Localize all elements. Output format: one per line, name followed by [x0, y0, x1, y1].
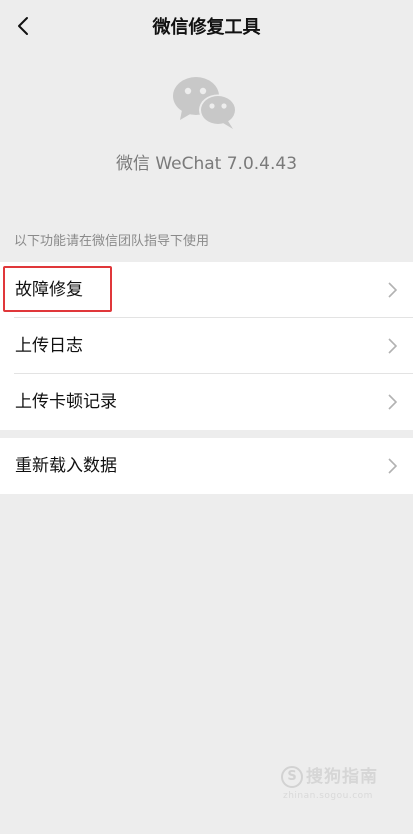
highlight-annotation — [3, 266, 112, 312]
watermark-text: 搜狗指南 — [306, 767, 378, 787]
navigation-bar: 微信修复工具 — [0, 0, 413, 56]
chevron-right-icon — [388, 394, 398, 410]
chevron-right-icon — [388, 282, 398, 298]
menu-item-label: 重新载入数据 — [15, 456, 117, 476]
menu-item-label: 上传卡顿记录 — [15, 392, 117, 412]
version-text: 微信 WeChat 7.0.4.43 — [115, 154, 298, 174]
watermark-logo-icon: S — [281, 766, 303, 788]
watermark-url: zhinan.sogou.com — [283, 791, 373, 801]
page-title: 微信修复工具 — [152, 17, 261, 38]
chevron-right-icon — [388, 338, 398, 354]
chevron-right-icon — [388, 458, 398, 474]
section-hint: 以下功能请在微信团队指导下使用 — [14, 234, 210, 249]
watermark: S 搜狗指南 zhinan.sogou.com — [281, 766, 391, 810]
menu-item-upload-log[interactable]: 上传日志 — [0, 318, 413, 374]
menu-item-reload-data[interactable]: 重新载入数据 — [0, 438, 413, 494]
wechat-logo-icon — [172, 74, 240, 130]
menu-group-secondary: 重新载入数据 — [0, 438, 413, 494]
menu-item-upload-lag-records[interactable]: 上传卡顿记录 — [0, 374, 413, 430]
menu-item-label: 上传日志 — [15, 336, 83, 356]
